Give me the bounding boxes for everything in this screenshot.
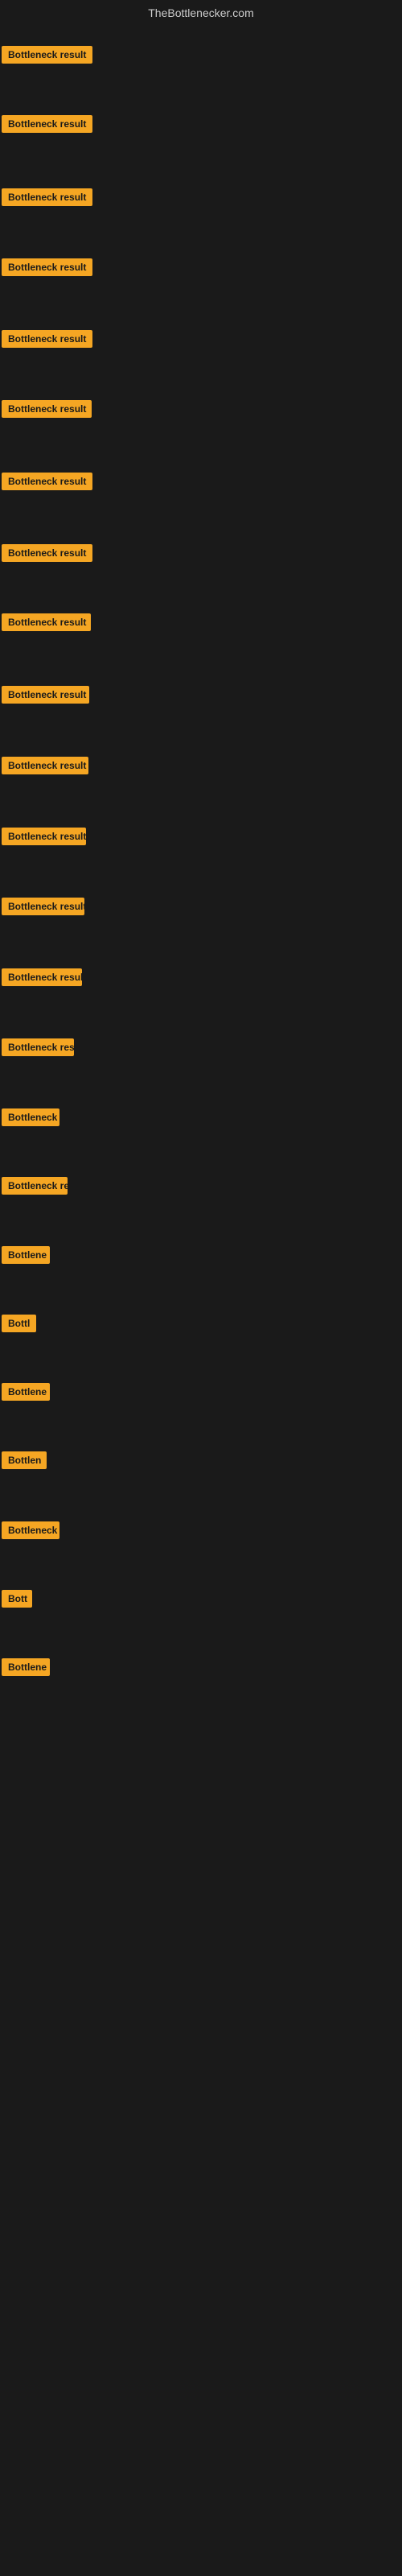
bottleneck-item[interactable]: Bottlene [2, 1383, 50, 1405]
bottleneck-item[interactable]: Bottleneck result [2, 968, 82, 990]
bottleneck-item[interactable]: Bottleneck result [2, 898, 84, 919]
bottleneck-badge: Bottleneck result [2, 188, 92, 206]
bottleneck-badge: Bottlene [2, 1246, 50, 1264]
bottleneck-badge: Bottlene [2, 1383, 50, 1401]
bottleneck-item[interactable]: Bottleneck re [2, 1177, 68, 1199]
bottleneck-item[interactable]: Bottleneck result [2, 473, 92, 494]
bottleneck-item[interactable]: Bottleneck [2, 1108, 59, 1130]
bottleneck-item[interactable]: Bottleneck result [2, 613, 91, 635]
bottleneck-item[interactable]: Bottlen [2, 1451, 47, 1473]
bottleneck-badge: Bottleneck result [2, 686, 89, 704]
bottleneck-item[interactable]: Bottleneck result [2, 828, 86, 849]
bottleneck-badge: Bottleneck result [2, 544, 92, 562]
site-title: TheBottlenecker.com [0, 0, 402, 26]
bottleneck-badge: Bottleneck result [2, 330, 92, 348]
site-title-text: TheBottlenecker.com [148, 6, 254, 19]
bottleneck-badge: Bottlen [2, 1451, 47, 1469]
bottleneck-badge: Bottleneck re [2, 1177, 68, 1195]
bottleneck-badge: Bottleneck result [2, 968, 82, 986]
bottleneck-badge: Bottlene [2, 1658, 50, 1676]
bottleneck-item[interactable]: Bottleneck result [2, 258, 92, 280]
bottleneck-badge: Bottleneck result [2, 473, 92, 490]
bottleneck-item[interactable]: Bottleneck result [2, 115, 92, 137]
bottleneck-item[interactable]: Bottleneck res [2, 1038, 74, 1060]
bottleneck-item[interactable]: Bottl [2, 1315, 36, 1336]
bottleneck-badge: Bottleneck result [2, 115, 92, 133]
bottleneck-item[interactable]: Bottlene [2, 1246, 50, 1268]
bottleneck-badge: Bottleneck result [2, 613, 91, 631]
bottleneck-item[interactable]: Bottleneck result [2, 188, 92, 210]
bottleneck-item[interactable]: Bottleneck result [2, 757, 88, 778]
bottleneck-badge: Bottleneck result [2, 400, 92, 418]
bottleneck-badge: Bottleneck result [2, 258, 92, 276]
bottleneck-badge: Bottleneck result [2, 46, 92, 64]
bottleneck-badge: Bottleneck [2, 1108, 59, 1126]
bottleneck-badge: Bottleneck result [2, 898, 84, 915]
bottleneck-item[interactable]: Bottleneck result [2, 330, 92, 352]
bottleneck-item[interactable]: Bott [2, 1590, 32, 1612]
bottleneck-item[interactable]: Bottleneck result [2, 686, 89, 708]
bottleneck-item[interactable]: Bottleneck result [2, 46, 92, 68]
bottleneck-item[interactable]: Bottlene [2, 1658, 50, 1680]
bottleneck-badge: Bottleneck result [2, 828, 86, 845]
bottleneck-badge: Bott [2, 1590, 32, 1608]
bottleneck-item[interactable]: Bottleneck [2, 1521, 59, 1543]
bottleneck-badge: Bottleneck res [2, 1038, 74, 1056]
bottleneck-badge: Bottleneck result [2, 757, 88, 774]
bottleneck-badge: Bottleneck [2, 1521, 59, 1539]
bottleneck-item[interactable]: Bottleneck result [2, 400, 92, 422]
bottleneck-badge: Bottl [2, 1315, 36, 1332]
bottleneck-item[interactable]: Bottleneck result [2, 544, 92, 566]
